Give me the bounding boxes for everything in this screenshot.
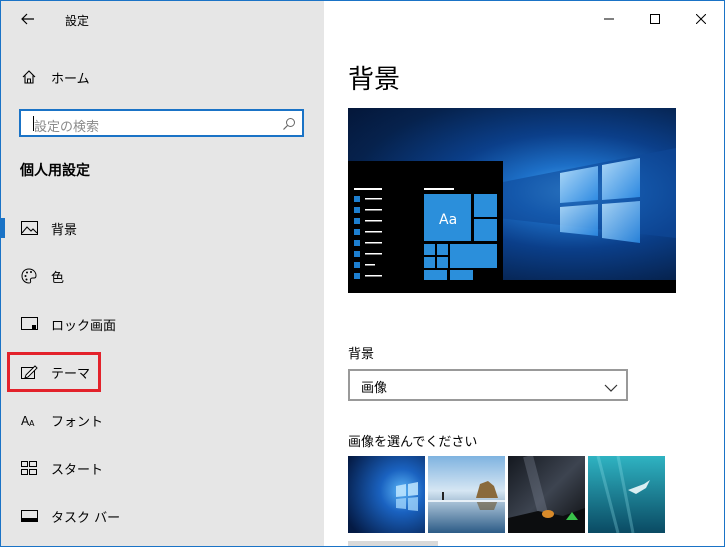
- theme-icon: [20, 363, 38, 381]
- wallpaper-thumbnail-night-sky[interactable]: [508, 456, 585, 533]
- sidebar-item-label: タスク バー: [51, 510, 121, 526]
- maximize-button[interactable]: [632, 1, 678, 37]
- sidebar-item-colors[interactable]: 色: [1, 256, 324, 296]
- sidebar-item-taskbar[interactable]: タスク バー: [1, 496, 324, 536]
- search-box[interactable]: 設定の検索: [19, 109, 304, 137]
- page-title: 背景: [348, 65, 401, 95]
- lock-screen-icon: [20, 315, 38, 333]
- sidebar-item-label: スタート: [51, 462, 104, 478]
- sidebar: 設定 ホーム 設定の検索 個人用設定 背景 色 ロック画面 テーマ A A フォ…: [1, 1, 324, 546]
- preview-sample-text: Aa: [439, 212, 458, 228]
- sidebar-item-fonts[interactable]: A A フォント: [1, 400, 324, 440]
- search-icon[interactable]: [282, 116, 296, 135]
- sidebar-item-lock-screen[interactable]: ロック画面: [1, 304, 324, 344]
- start-icon: [20, 459, 38, 477]
- wallpaper-thumbnail-windows[interactable]: [348, 456, 425, 533]
- home-icon: [20, 68, 38, 86]
- text-caret: [33, 116, 34, 131]
- sidebar-item-themes[interactable]: テーマ: [1, 352, 324, 392]
- choose-picture-label: 画像を選んでください: [348, 435, 478, 450]
- picture-icon: [20, 219, 38, 237]
- sidebar-item-label: ロック画面: [51, 318, 117, 334]
- maximize-icon: [650, 14, 660, 24]
- window-controls: [586, 1, 724, 37]
- search-input[interactable]: 設定の検索: [34, 116, 99, 135]
- taskbar-icon: [20, 507, 38, 525]
- background-preview: Aa: [348, 108, 676, 293]
- preview-image: [348, 148, 676, 293]
- background-type-select[interactable]: 画像: [348, 369, 628, 401]
- sidebar-item-label: フォント: [51, 414, 104, 430]
- back-button[interactable]: [13, 7, 43, 31]
- palette-icon: [20, 267, 38, 285]
- sidebar-item-background[interactable]: 背景: [1, 208, 324, 248]
- title-bar: 設定: [1, 1, 324, 39]
- sidebar-item-label: 色: [51, 270, 65, 286]
- sidebar-item-label: テーマ: [51, 366, 91, 382]
- sidebar-item-start[interactable]: スタート: [1, 448, 324, 488]
- home-label: ホーム: [51, 71, 90, 87]
- minimize-button[interactable]: [586, 1, 632, 37]
- section-title: 個人用設定: [20, 163, 90, 179]
- minimize-icon: [604, 18, 614, 20]
- sidebar-item-label: 背景: [51, 222, 78, 238]
- chevron-down-icon: [604, 378, 618, 397]
- background-type-value: 画像: [361, 381, 388, 396]
- home-link[interactable]: ホーム: [1, 61, 324, 93]
- app-title: 設定: [65, 14, 90, 28]
- close-button[interactable]: [678, 1, 724, 37]
- back-arrow-icon: [21, 13, 34, 25]
- font-icon: A A: [20, 411, 38, 429]
- main-pane: 背景 Aa 背景 画像 画像を選んでください: [324, 1, 724, 546]
- close-icon: [696, 14, 706, 24]
- background-label: 背景: [348, 347, 375, 362]
- wallpaper-thumbnail-underwater[interactable]: [588, 456, 665, 533]
- wallpaper-thumbnail-beach[interactable]: [428, 456, 505, 533]
- thumbnail-scroll-hint: [348, 541, 438, 546]
- svg-text:A: A: [29, 419, 35, 427]
- settings-window: 設定 ホーム 設定の検索 個人用設定 背景 色 ロック画面 テーマ A A フォ…: [0, 0, 725, 547]
